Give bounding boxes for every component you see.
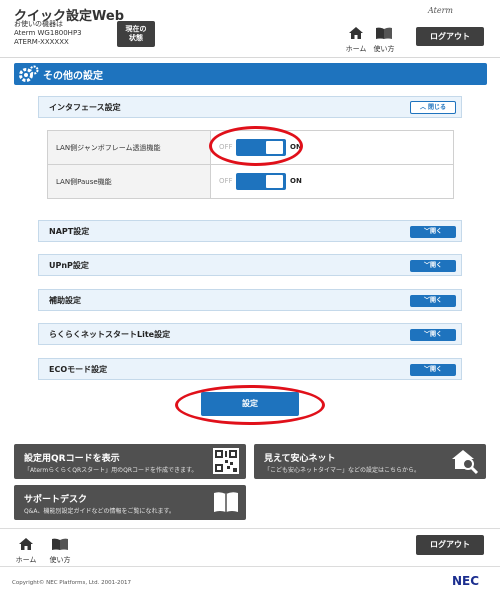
device-model: Aterm WG1800HP3: [14, 29, 82, 37]
jumbo-frame-label: LAN側ジャンボフレーム透過機能: [47, 130, 211, 165]
upnp-settings-panel[interactable]: UPnP設定 ﹀開く: [38, 254, 462, 276]
header-home-label: ホーム: [345, 45, 367, 53]
safety-card-desc: 「こども安心ネットタイマー」などの設定はこちらから。: [264, 467, 421, 474]
device-ssid: ATERM-XXXXXX: [14, 38, 69, 46]
napt-settings-panel[interactable]: NAPT設定 ﹀開く: [38, 220, 462, 242]
open-panel-button[interactable]: ﹀開く: [410, 329, 456, 341]
open-panel-button[interactable]: ﹀開く: [410, 295, 456, 307]
copyright: Copyright© NEC Platforms, Ltd. 2001-2017: [12, 580, 132, 586]
apply-settings-button[interactable]: 設定: [201, 392, 299, 416]
home-icon: [19, 538, 33, 550]
pause-label: LAN側Pause機能: [47, 164, 211, 199]
footer-logout-button[interactable]: ログアウト: [416, 535, 484, 555]
section-header: その他の設定: [14, 63, 487, 85]
aterm-logo: Aterm: [428, 6, 453, 15]
support-card-title: サポートデスク: [24, 495, 88, 505]
header-logout-button[interactable]: ログアウト: [416, 27, 484, 46]
table-row: LAN側Pause機能 OFF ON: [47, 164, 454, 199]
nec-logo: NEC: [452, 574, 480, 588]
open-panel-button[interactable]: ﹀開く: [410, 226, 456, 238]
book-icon: [52, 538, 68, 550]
footer-help-label: 使い方: [49, 556, 71, 564]
house-search-icon: [452, 450, 479, 475]
aux-settings-panel[interactable]: 補助設定 ﹀開く: [38, 289, 462, 311]
footer-help-link[interactable]: 使い方: [46, 535, 74, 565]
header-help-link[interactable]: 使い方: [370, 24, 398, 54]
device-info: お使いの機器は Aterm WG1800HP3 ATERM-XXXXXX: [14, 20, 82, 47]
book-icon: [376, 27, 392, 39]
toggle-knob: [266, 175, 283, 188]
home-icon: [349, 27, 363, 39]
open-panel-button[interactable]: ﹀開く: [410, 260, 456, 272]
net-start-lite-panel[interactable]: らくらくネットスタートLite設定 ﹀開く: [38, 323, 462, 345]
chevron-up-icon: ︿: [419, 104, 426, 111]
support-desk-card[interactable]: サポートデスク Q&A、機能別設定ガイドなどの情報をご覧になれます。: [14, 485, 246, 520]
interface-settings-table: LAN側ジャンボフレーム透過機能 OFF ON LAN側Pause機能 OFF …: [47, 130, 454, 199]
interface-settings-panel: インタフェース設定 ︿ 閉じる: [38, 96, 462, 118]
pause-toggle[interactable]: OFF ON: [219, 173, 309, 190]
device-label: お使いの機器は: [14, 20, 63, 28]
header-help-label: 使い方: [373, 45, 395, 53]
qr-card-title: 設定用QRコードを表示: [24, 454, 120, 464]
book-icon: [214, 492, 238, 512]
open-panel-button[interactable]: ﹀開く: [410, 364, 456, 376]
eco-mode-panel[interactable]: ECOモード設定 ﹀開く: [38, 358, 462, 380]
gear-icon: [19, 65, 39, 82]
table-row: LAN側ジャンボフレーム透過機能 OFF ON: [47, 130, 454, 165]
jumbo-frame-toggle[interactable]: OFF ON: [219, 139, 309, 156]
interface-settings-title: インタフェース設定: [49, 103, 121, 112]
divider: [0, 566, 500, 567]
close-panel-button[interactable]: ︿ 閉じる: [410, 101, 456, 114]
current-status-button[interactable]: 現在の 状態: [117, 21, 155, 47]
qr-code-card[interactable]: 設定用QRコードを表示 「AtermらくらくQRスタート」用のQRコードを作成で…: [14, 444, 246, 479]
qr-code-icon: [213, 448, 239, 474]
header: クイック設定Web お使いの機器は Aterm WG1800HP3 ATERM-…: [0, 0, 500, 58]
section-title: その他の設定: [43, 71, 103, 82]
header-home-link[interactable]: ホーム: [342, 24, 370, 54]
safety-net-card[interactable]: 見えて安心ネット 「こども安心ネットタイマー」などの設定はこちらから。: [254, 444, 486, 479]
footer-home-label: ホーム: [15, 556, 37, 564]
support-card-desc: Q&A、機能別設定ガイドなどの情報をご覧になれます。: [24, 508, 175, 515]
footer-home-link[interactable]: ホーム: [12, 535, 40, 565]
safety-card-title: 見えて安心ネット: [264, 454, 336, 464]
toggle-knob: [266, 141, 283, 154]
divider: [0, 528, 500, 529]
qr-card-desc: 「AtermらくらくQRスタート」用のQRコードを作成できます。: [24, 467, 198, 474]
